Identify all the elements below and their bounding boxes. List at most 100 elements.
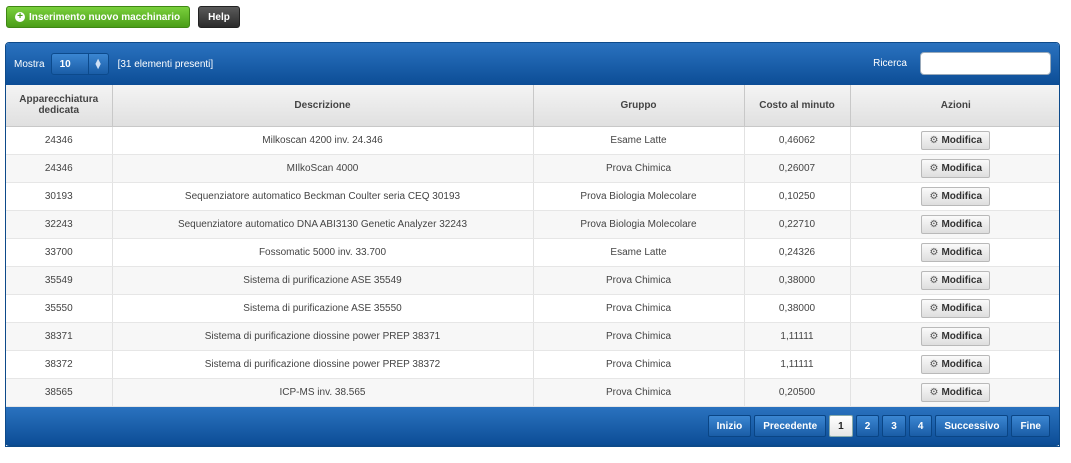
page-size-select[interactable]: 10 ▲ ▼ [50,53,109,75]
gear-icon: ⚙ [929,302,939,314]
column-header-equipment[interactable]: Apparecchiatura dedicata [6,85,113,127]
cell-description: Sistema di purificazione diossine power … [112,322,534,351]
gear-icon: ⚙ [929,134,939,146]
cell-group: Prova Chimica [533,294,745,323]
page-first-button[interactable]: Inizio [707,415,752,437]
edit-button-label: Modifica [941,386,983,398]
cell-description: Fossomatic 5000 inv. 33.700 [112,238,534,267]
table-row: 24346 MIlkoScan 4000 Prova Chimica 0,26007 ⚙… [6,154,1059,183]
page-3-button[interactable]: 3 [882,415,906,437]
table-row: 32243 Sequenziatore automatico DNA ABI313… [6,210,1059,239]
edit-button[interactable]: ⚙ Modifica [921,270,991,290]
gear-icon: ⚙ [929,274,939,286]
page-last-button[interactable]: Fine [1011,415,1050,437]
table-row: 38372 Sistema di purificazione diossine p… [6,350,1059,379]
insert-machine-button[interactable]: + Inserimento nuovo macchinario [6,6,191,28]
top-toolbar: + Inserimento nuovo macchinario Help [6,6,240,28]
help-button[interactable]: Help [198,6,240,28]
edit-button[interactable]: ⚙ Modifica [921,186,991,206]
edit-button[interactable]: ⚙ Modifica [921,326,991,346]
cell-group: Prova Chimica [533,378,745,407]
edit-button[interactable]: ⚙ Modifica [921,242,991,262]
cell-actions: ⚙ Modifica [850,182,1059,211]
cell-description: Milkoscan 4200 inv. 24.346 [112,126,534,155]
edit-button[interactable]: ⚙ Modifica [921,298,991,318]
cell-group: Prova Biologia Molecolare [533,182,745,211]
cell-group: Prova Chimica [533,266,745,295]
column-header-description[interactable]: Descrizione [112,85,534,127]
cell-actions: ⚙ Modifica [850,238,1059,267]
edit-button-label: Modifica [941,330,983,342]
edit-button[interactable]: ⚙ Modifica [921,354,991,374]
cell-equipment: 38372 [6,350,113,379]
search-input[interactable] [920,52,1051,75]
cell-description: Sistema di purificazione diossine power … [112,350,534,379]
cell-description: Sequenziatore automatico DNA ABI3130 Gen… [112,210,534,239]
machines-table: Apparecchiatura dedicata Descrizione Gru… [6,85,1059,407]
table-row: 33700 Fossomatic 5000 inv. 33.700 Esame La… [6,238,1059,267]
cell-cost: 1,11111 [744,322,851,351]
cell-description: Sistema di purificazione ASE 35550 [112,294,534,323]
cell-cost: 0,38000 [744,266,851,295]
edit-button[interactable]: ⚙ Modifica [921,382,991,402]
edit-button[interactable]: ⚙ Modifica [921,158,991,178]
select-arrows-icon: ▲ ▼ [87,54,108,74]
cell-cost: 0,10250 [744,182,851,211]
cell-actions: ⚙ Modifica [850,294,1059,323]
cell-actions: ⚙ Modifica [850,266,1059,295]
cell-actions: ⚙ Modifica [850,210,1059,239]
cell-equipment: 38565 [6,378,113,407]
pagination-bar: Inizio Precedente 1 2 3 4 Successivo Fin… [5,407,1060,446]
edit-button-label: Modifica [941,218,983,230]
page-prev-button[interactable]: Precedente [754,415,827,437]
column-header-cost[interactable]: Costo al minuto [744,85,851,127]
gear-icon: ⚙ [929,330,939,342]
cell-equipment: 30193 [6,182,113,211]
table-row: 35549 Sistema di purificazione ASE 35549 P… [6,266,1059,295]
cell-cost: 0,46062 [744,126,851,155]
cell-equipment: 35550 [6,294,113,323]
cell-equipment: 24346 [6,154,113,183]
page-next-button[interactable]: Successivo [935,415,1009,437]
cell-description: Sequenziatore automatico Beckman Coulter… [112,182,534,211]
edit-button-label: Modifica [941,274,983,286]
edit-button-label: Modifica [941,246,983,258]
show-label: Mostra [14,58,45,70]
cell-actions: ⚙ Modifica [850,126,1059,155]
page-1-button[interactable]: 1 [829,415,853,437]
edit-button-label: Modifica [941,190,983,202]
cell-group: Esame Latte [533,126,745,155]
table-row: 38371 Sistema di purificazione diossine p… [6,322,1059,351]
gear-icon: ⚙ [929,218,939,230]
table-body: 24346 Milkoscan 4200 inv. 24.346 Esame Lat… [6,126,1059,407]
gear-icon: ⚙ [929,190,939,202]
edit-button-label: Modifica [941,302,983,314]
cell-actions: ⚙ Modifica [850,154,1059,183]
cell-actions: ⚙ Modifica [850,350,1059,379]
page-2-button[interactable]: 2 [855,415,880,437]
cell-cost: 0,24326 [744,238,851,267]
edit-button[interactable]: ⚙ Modifica [921,130,991,150]
cell-equipment: 38371 [6,322,113,351]
help-label: Help [208,11,230,23]
cell-group: Prova Biologia Molecolare [533,210,745,239]
pagination: Inizio Precedente 1 2 3 4 Successivo Fin… [707,415,1050,437]
cell-description: Sistema di purificazione ASE 35549 [112,266,534,295]
cell-equipment: 35549 [6,266,113,295]
cell-group: Prova Chimica [533,322,745,351]
cell-group: Prova Chimica [533,350,745,379]
cell-cost: 1,11111 [744,350,851,379]
column-header-actions: Azioni [850,85,1059,127]
cell-cost: 0,20500 [744,378,851,407]
table-row: 38565 ICP-MS inv. 38.565 Prova Chimica 0,20… [6,378,1059,407]
edit-button-label: Modifica [941,162,983,174]
column-header-group[interactable]: Gruppo [533,85,745,127]
edit-button-label: Modifica [941,358,983,370]
cell-description: ICP-MS inv. 38.565 [112,378,534,407]
cell-group: Esame Latte [533,238,745,267]
cell-equipment: 33700 [6,238,113,267]
table-row: 24346 Milkoscan 4200 inv. 24.346 Esame Lat… [6,126,1059,155]
table-row: 30193 Sequenziatore automatico Beckman Co… [6,182,1059,211]
page-4-button[interactable]: 4 [908,415,933,437]
edit-button[interactable]: ⚙ Modifica [921,214,991,234]
